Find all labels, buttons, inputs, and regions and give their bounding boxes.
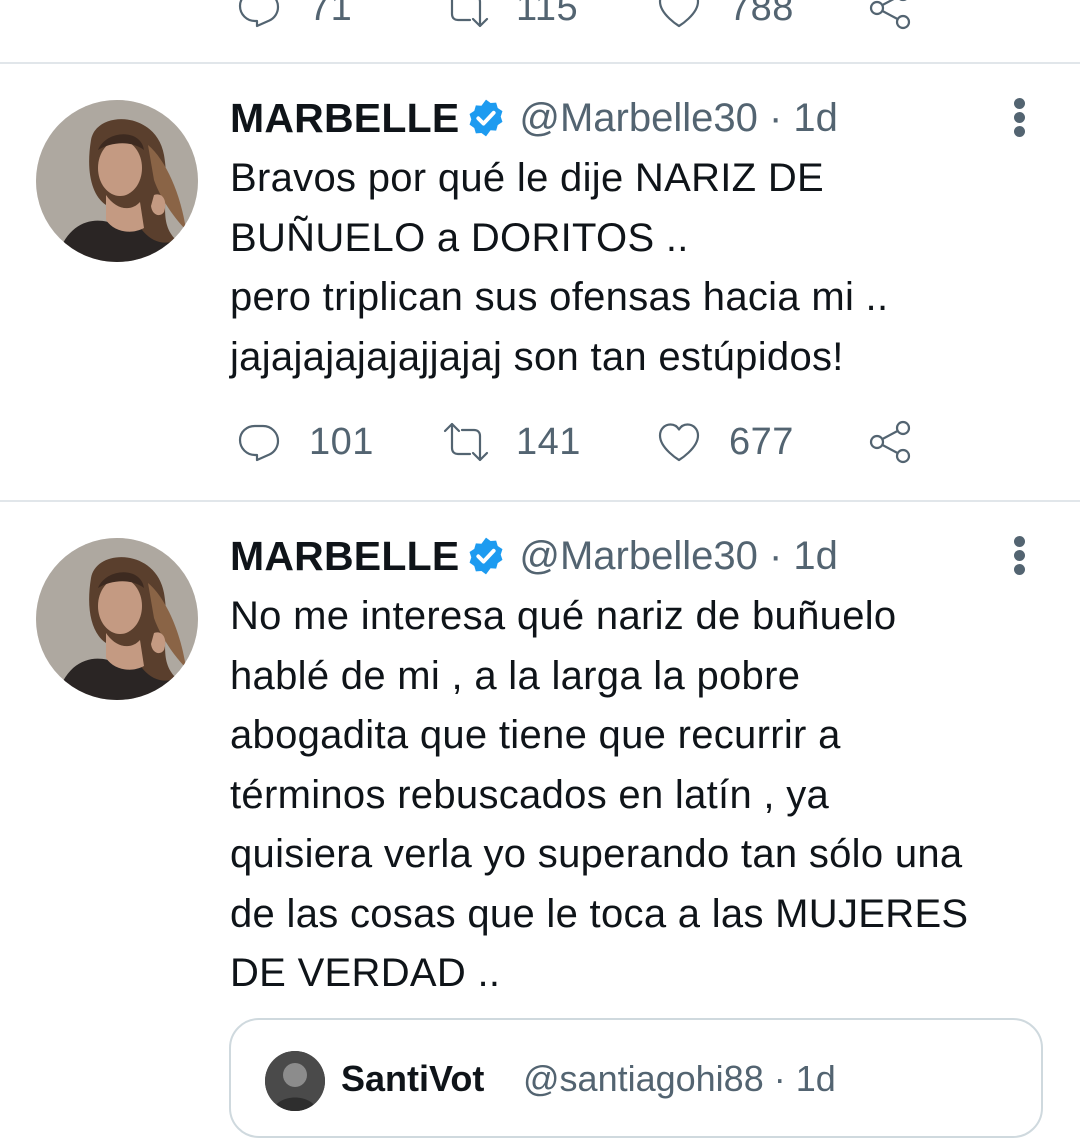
reply-icon [238,0,280,28]
heart-icon [658,0,700,28]
display-name[interactable]: MARBELLE [230,95,459,142]
like-count: 788 [729,0,794,29]
retweet-icon [450,0,489,28]
retweet-icon [443,422,489,462]
reply-count: 101 [309,420,374,463]
heart-icon [658,423,700,462]
quoted-tweet-card[interactable]: SantiVot @santiagohi88 · 1d [229,1018,1043,1138]
more-options-icon[interactable] [1012,536,1028,576]
tweet-header: MARBELLE @Marbelle30 · 1d [230,529,838,583]
avatar[interactable] [36,100,198,262]
like-button[interactable]: 677 [655,412,794,472]
more-options-icon[interactable] [1012,98,1028,138]
profile-photo [36,100,198,262]
reply-button[interactable]: 71 [235,0,352,38]
like-button[interactable]: 788 [655,0,794,38]
tweet-divider [0,500,1080,502]
retweet-count: 115 [516,0,579,29]
tweet-header: MARBELLE @Marbelle30 · 1d [230,91,838,145]
avatar[interactable] [36,538,198,700]
reply-button[interactable]: 101 [235,412,374,472]
reply-icon [238,424,280,462]
retweet-button[interactable]: 141 [442,412,581,472]
share-button[interactable] [866,0,914,38]
retweet-count: 141 [516,420,581,463]
profile-photo [36,538,198,700]
quoted-profile-photo [265,1051,325,1111]
verified-badge-icon [469,537,503,575]
display-name[interactable]: MARBELLE [230,533,459,580]
tweet-actions: 101 141 677 [230,412,950,472]
share-icon [869,0,911,30]
top-tweet-actions: 71 115 788 [230,0,950,38]
retweet-button[interactable]: 115 [442,0,578,38]
quoted-handle-and-time: @santiagohi88 · 1d [523,1058,836,1099]
tweet-text: No me interesa qué nariz de buñuelo habl… [230,594,969,995]
share-icon [869,420,911,464]
quoted-display-name: SantiVot [341,1058,485,1099]
tweet-divider [0,62,1080,64]
reply-count: 71 [309,0,353,29]
quoted-avatar [265,1051,325,1111]
like-count: 677 [729,420,794,463]
verified-badge-icon [469,99,503,137]
tweet-text: Bravos por qué le dije NARIZ DE BUÑUELO … [230,156,889,379]
handle-and-time[interactable]: @Marbelle30 · 1d [519,96,838,141]
handle-and-time[interactable]: @Marbelle30 · 1d [519,534,838,579]
share-button[interactable] [866,412,914,472]
